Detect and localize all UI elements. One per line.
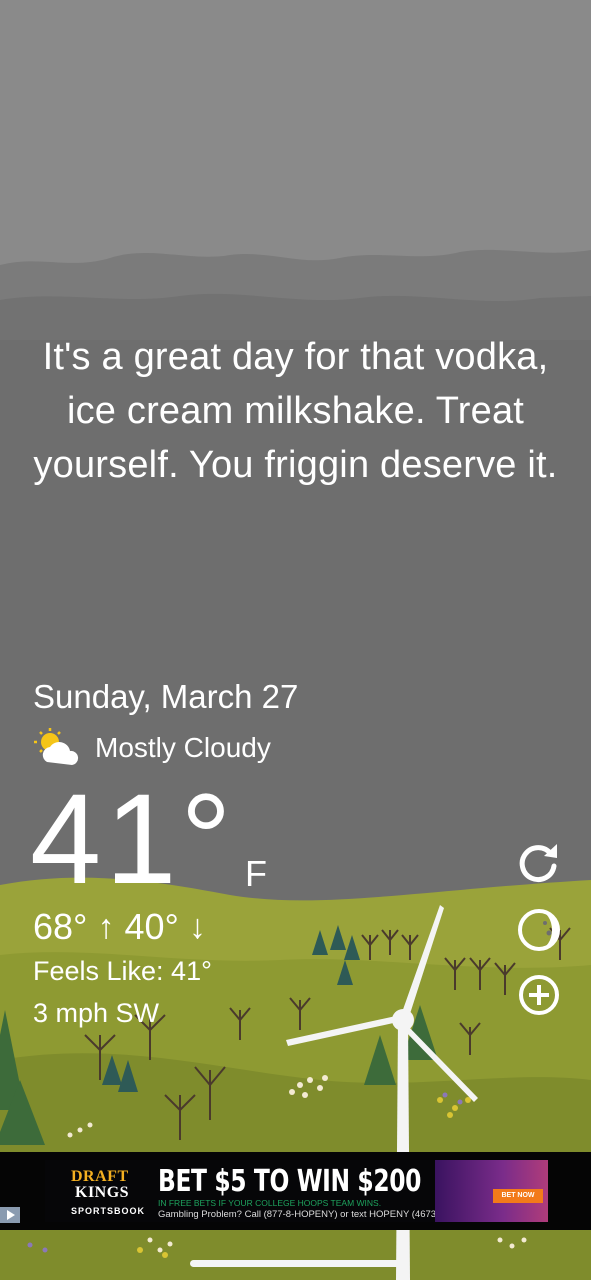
arrow-down-icon: ↓: [188, 907, 206, 946]
partly-cloudy-icon: [34, 728, 79, 765]
refresh-button[interactable]: [517, 840, 561, 884]
low-temperature: 40°: [124, 906, 179, 947]
date-label: Sunday, March 27: [33, 678, 299, 715]
landscape-illustration: [0, 0, 591, 1280]
refresh-icon: [519, 844, 557, 883]
theme-toggle-button[interactable]: [517, 908, 561, 952]
ad-disclaimer: Gambling Problem? Call (877-8-HOPENY) or…: [158, 1209, 453, 1220]
home-indicator[interactable]: [190, 1260, 400, 1267]
ad-subline: IN FREE BETS IF YOUR COLLEGE HOOPS TEAM …: [158, 1198, 382, 1208]
ad-banner[interactable]: DRAFT KINGS SPORTSBOOK BET $5 TO WIN $20…: [0, 1152, 591, 1230]
condition-label: Mostly Cloudy: [95, 732, 271, 763]
add-location-button[interactable]: [517, 973, 561, 1017]
high-temperature: 68°: [33, 906, 88, 947]
ad-cta-button[interactable]: BET NOW: [493, 1189, 543, 1203]
add-location-icon: [519, 975, 559, 1015]
ad-creative[interactable]: DRAFT KINGS SPORTSBOOK BET $5 TO WIN $20…: [45, 1160, 548, 1222]
wind-label: 3 mph SW: [33, 998, 160, 1028]
weather-scene: [0, 0, 591, 1280]
arrow-up-icon: ↑: [97, 907, 115, 946]
feels-like-label: Feels Like: 41°: [33, 956, 212, 986]
current-temperature: 41°: [30, 768, 236, 911]
condition-row: Mostly Cloudy: [33, 728, 271, 768]
ad-headline: BET $5 TO WIN $200: [158, 1164, 421, 1199]
ad-brand-tag: SPORTSBOOK: [71, 1206, 146, 1216]
moon-icon: [518, 909, 560, 951]
adchoices-icon[interactable]: [0, 1207, 20, 1223]
ad-brand-bottom: KINGS: [75, 1184, 130, 1201]
draftkings-logo: DRAFT KINGS SPORTSBOOK: [53, 1164, 146, 1218]
weather-quote: It's a great day for that vodka, ice cre…: [33, 336, 558, 486]
temperature-unit[interactable]: F: [245, 853, 267, 895]
high-low-row: 68° ↑ 40° ↓: [33, 906, 206, 948]
